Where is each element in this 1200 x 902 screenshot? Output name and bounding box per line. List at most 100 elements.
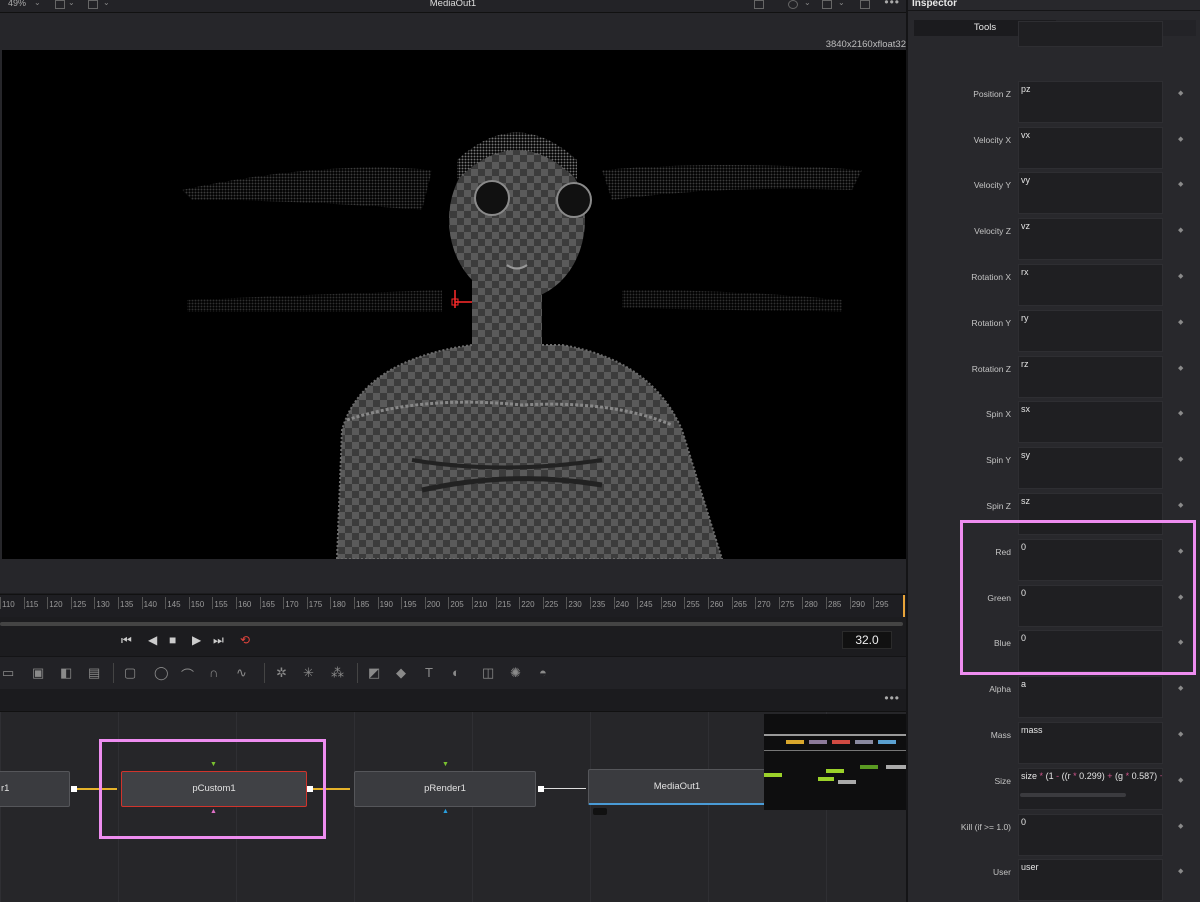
ruler-tick: [94, 597, 96, 609]
viewer-canvas[interactable]: [2, 50, 906, 559]
play-reverse-icon[interactable]: ◀: [148, 633, 157, 647]
param-field-rotation-x[interactable]: rx: [1018, 264, 1163, 306]
node-r1[interactable]: r1: [0, 771, 70, 807]
ruler-tick-label: 155: [214, 600, 228, 609]
camera3d-icon[interactable]: ◫: [482, 665, 494, 681]
stereo-icon[interactable]: [788, 0, 798, 9]
loop-icon[interactable]: ⟲: [240, 633, 250, 647]
param-field-rotation-z[interactable]: rz: [1018, 355, 1163, 398]
param-field-rotation-y[interactable]: ry: [1018, 309, 1163, 352]
timeline-ruler[interactable]: 110 115 120 125 130 135 140 145 150 155 160 165 170 1…: [0, 594, 906, 617]
text3d-icon[interactable]: T: [425, 665, 433, 680]
param-field-mass[interactable]: mass: [1018, 722, 1163, 764]
ruler-tick-label: 285: [828, 600, 842, 609]
ruler-tick: [613, 597, 615, 609]
node-input-triangle[interactable]: ▼: [442, 761, 449, 768]
light-icon[interactable]: ✺: [510, 665, 521, 681]
param-value: vz: [1021, 221, 1030, 232]
keyframe-diamond-icon[interactable]: ◆: [1178, 135, 1183, 143]
more-options-icon[interactable]: •••: [884, 0, 900, 9]
keyframe-diamond-icon[interactable]: ◆: [1178, 318, 1183, 326]
ruler-tick: [283, 597, 285, 609]
ruler-tick-label: 195: [403, 600, 417, 609]
ruler-tick: [542, 597, 544, 609]
ruler-tick-label: 240: [615, 600, 629, 609]
tool-icon[interactable]: ▭: [2, 665, 14, 681]
param-field-user[interactable]: user: [1018, 859, 1163, 902]
param-field-kill-if-1-0[interactable]: 0: [1018, 813, 1163, 856]
ruler-tick: [70, 597, 72, 609]
ellipse-mask-icon[interactable]: ◯: [154, 665, 169, 681]
param-field-position-z[interactable]: pz: [1018, 80, 1163, 123]
ruler-tick: [731, 597, 733, 609]
skip-to-end-icon[interactable]: ⏭: [213, 633, 224, 648]
param-field-spin-y[interactable]: sy: [1018, 447, 1163, 490]
param-field-velocity-z[interactable]: vz: [1018, 218, 1163, 261]
keyframe-diamond-icon[interactable]: ◆: [1178, 455, 1183, 463]
keyframe-diamond-icon[interactable]: ◆: [1178, 822, 1183, 830]
chevron-down-icon[interactable]: ⌄: [838, 0, 845, 7]
more-options-icon[interactable]: •••: [884, 691, 900, 705]
image-plane-icon[interactable]: ◩: [368, 665, 380, 681]
merge-icon[interactable]: ▣: [32, 665, 44, 681]
keyframe-diamond-icon[interactable]: ◆: [1178, 226, 1183, 234]
keyframe-diamond-icon[interactable]: ◆: [1178, 776, 1183, 784]
keyframe-diamond-icon[interactable]: ◆: [1178, 180, 1183, 188]
stop-icon[interactable]: ■: [169, 633, 176, 647]
ruler-tick: [566, 597, 568, 609]
param-field-blank[interactable]: [1018, 21, 1163, 47]
param-field-spin-x[interactable]: sx: [1018, 401, 1163, 444]
keyframe-diamond-icon[interactable]: ◆: [1178, 501, 1183, 509]
keyframe-diamond-icon[interactable]: ◆: [1178, 272, 1183, 280]
node-mediaout1[interactable]: MediaOut1: [588, 769, 766, 805]
param-field-size[interactable]: size * (1 - ((r * 0.299) + (g * 0.587) +…: [1018, 767, 1163, 810]
ruler-tick: [330, 597, 332, 609]
particle-emitter-icon[interactable]: ✲: [276, 665, 287, 681]
polygon-mask-icon[interactable]: ⌒: [181, 665, 194, 684]
bspline-mask-icon[interactable]: ∩: [209, 665, 218, 680]
keyframe-diamond-icon[interactable]: ◆: [1178, 89, 1183, 97]
viewer-layout-icon[interactable]: [860, 0, 870, 9]
current-frame-field[interactable]: 32.0: [842, 631, 892, 649]
ruler-tick-label: 215: [497, 600, 511, 609]
roi-icon[interactable]: [754, 0, 764, 9]
merge3d-icon[interactable]: ◐: [452, 665, 460, 680]
node-minimap[interactable]: [764, 714, 906, 810]
rectangle-mask-icon[interactable]: ▢: [124, 665, 136, 681]
transform-icon[interactable]: ▤: [88, 665, 100, 681]
param-field-alpha[interactable]: a: [1018, 676, 1163, 719]
keyframe-diamond-icon[interactable]: ◆: [1178, 684, 1183, 692]
param-value: size * (1 - ((r * 0.299) + (g * 0.587) +…: [1021, 770, 1162, 781]
node-view-indicator[interactable]: [593, 808, 607, 815]
ruler-tick: [259, 597, 261, 609]
param-field-velocity-y[interactable]: vy: [1018, 172, 1163, 215]
node-prender1[interactable]: pRender1: [354, 771, 536, 807]
renderer3d-icon[interactable]: ◓: [539, 665, 547, 680]
param-label-spin-z: Spin Z: [986, 501, 1011, 511]
matte-icon[interactable]: ◧: [60, 665, 72, 681]
param-value: ry: [1021, 312, 1029, 323]
render-range-end[interactable]: [903, 595, 905, 617]
grid-icon[interactable]: [822, 0, 832, 9]
chevron-down-icon[interactable]: ⌄: [804, 0, 811, 7]
param-field-velocity-x[interactable]: vx: [1018, 126, 1163, 169]
keyframe-diamond-icon[interactable]: ◆: [1178, 409, 1183, 417]
particle-render-icon[interactable]: ✳: [303, 665, 314, 681]
ruler-tick: [306, 597, 308, 609]
ruler-tick: [755, 597, 757, 609]
skip-to-start-icon[interactable]: ⏮: [121, 633, 132, 648]
shape3d-icon[interactable]: ◆: [396, 665, 406, 681]
node-label: pRender1: [424, 783, 466, 794]
inspector-title: Inspector: [912, 0, 958, 9]
size-slider[interactable]: [1020, 793, 1126, 797]
keyframe-diamond-icon[interactable]: ◆: [1178, 730, 1183, 738]
particle-tool-icon[interactable]: ⁂: [331, 665, 344, 681]
node-output-port[interactable]: [538, 786, 544, 792]
paint-icon[interactable]: ∿: [236, 665, 247, 681]
time-scrubber[interactable]: [0, 622, 903, 626]
node-mask-triangle[interactable]: ▲: [442, 808, 449, 815]
param-label-velocity-x: Velocity X: [973, 134, 1011, 145]
keyframe-diamond-icon[interactable]: ◆: [1178, 364, 1183, 372]
play-icon[interactable]: ▶: [192, 633, 201, 647]
keyframe-diamond-icon[interactable]: ◆: [1178, 867, 1183, 875]
